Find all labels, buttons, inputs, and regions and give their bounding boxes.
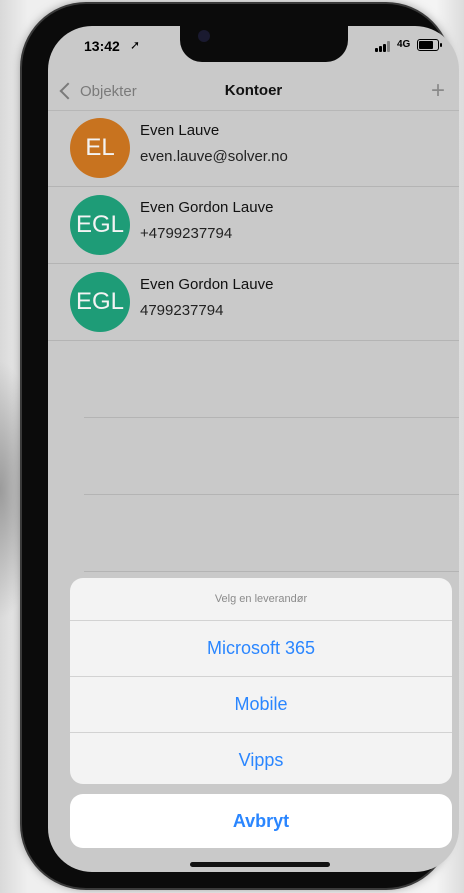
network-type: 4G (397, 39, 411, 50)
avatar: EGL (70, 272, 130, 332)
location-arrow-icon: ➚ (130, 38, 141, 52)
contact-detail: even.lauve@solver.no (140, 148, 288, 165)
navigation-bar: Objekter Kontoer + (48, 72, 459, 111)
camera-icon (198, 30, 210, 42)
action-sheet-title: Velg en leverandør (70, 578, 452, 621)
home-indicator[interactable] (190, 862, 330, 867)
contact-name: Even Lauve (140, 122, 220, 139)
option-vipps[interactable]: Vipps (70, 733, 452, 784)
avatar: EGL (70, 195, 130, 255)
page-title: Kontoer (224, 82, 283, 99)
empty-row-divider (84, 418, 459, 495)
app-screen: 13:42 ➚ 4G Objekter Kontoer + EL Even La… (48, 26, 459, 872)
phone-frame: 13:42 ➚ 4G Objekter Kontoer + EL Even La… (22, 4, 459, 888)
contact-name: Even Gordon Lauve (140, 199, 274, 216)
cancel-button[interactable]: Avbryt (70, 794, 452, 848)
option-microsoft-365[interactable]: Microsoft 365 (70, 621, 452, 677)
empty-row-divider (84, 341, 459, 418)
empty-row-divider (84, 495, 459, 572)
notch (180, 26, 348, 62)
provider-action-sheet: Velg en leverandør Microsoft 365 Mobile … (70, 578, 452, 784)
list-item[interactable]: EGL Even Gordon Lauve +4799237794 (48, 187, 459, 264)
contact-detail: 4799237794 (140, 302, 224, 319)
battery-icon (417, 39, 442, 51)
signal-icon (375, 41, 392, 52)
list-item[interactable]: EGL Even Gordon Lauve 4799237794 (48, 264, 459, 341)
option-mobile[interactable]: Mobile (70, 677, 452, 733)
contact-detail: +4799237794 (140, 225, 233, 242)
contact-name: Even Gordon Lauve (140, 276, 274, 293)
avatar: EL (70, 118, 130, 178)
contact-list: EL Even Lauve even.lauve@solver.no EGL E… (48, 110, 459, 572)
add-button[interactable]: + (431, 78, 445, 104)
status-time: 13:42 (84, 38, 120, 54)
list-item[interactable]: EL Even Lauve even.lauve@solver.no (48, 110, 459, 187)
